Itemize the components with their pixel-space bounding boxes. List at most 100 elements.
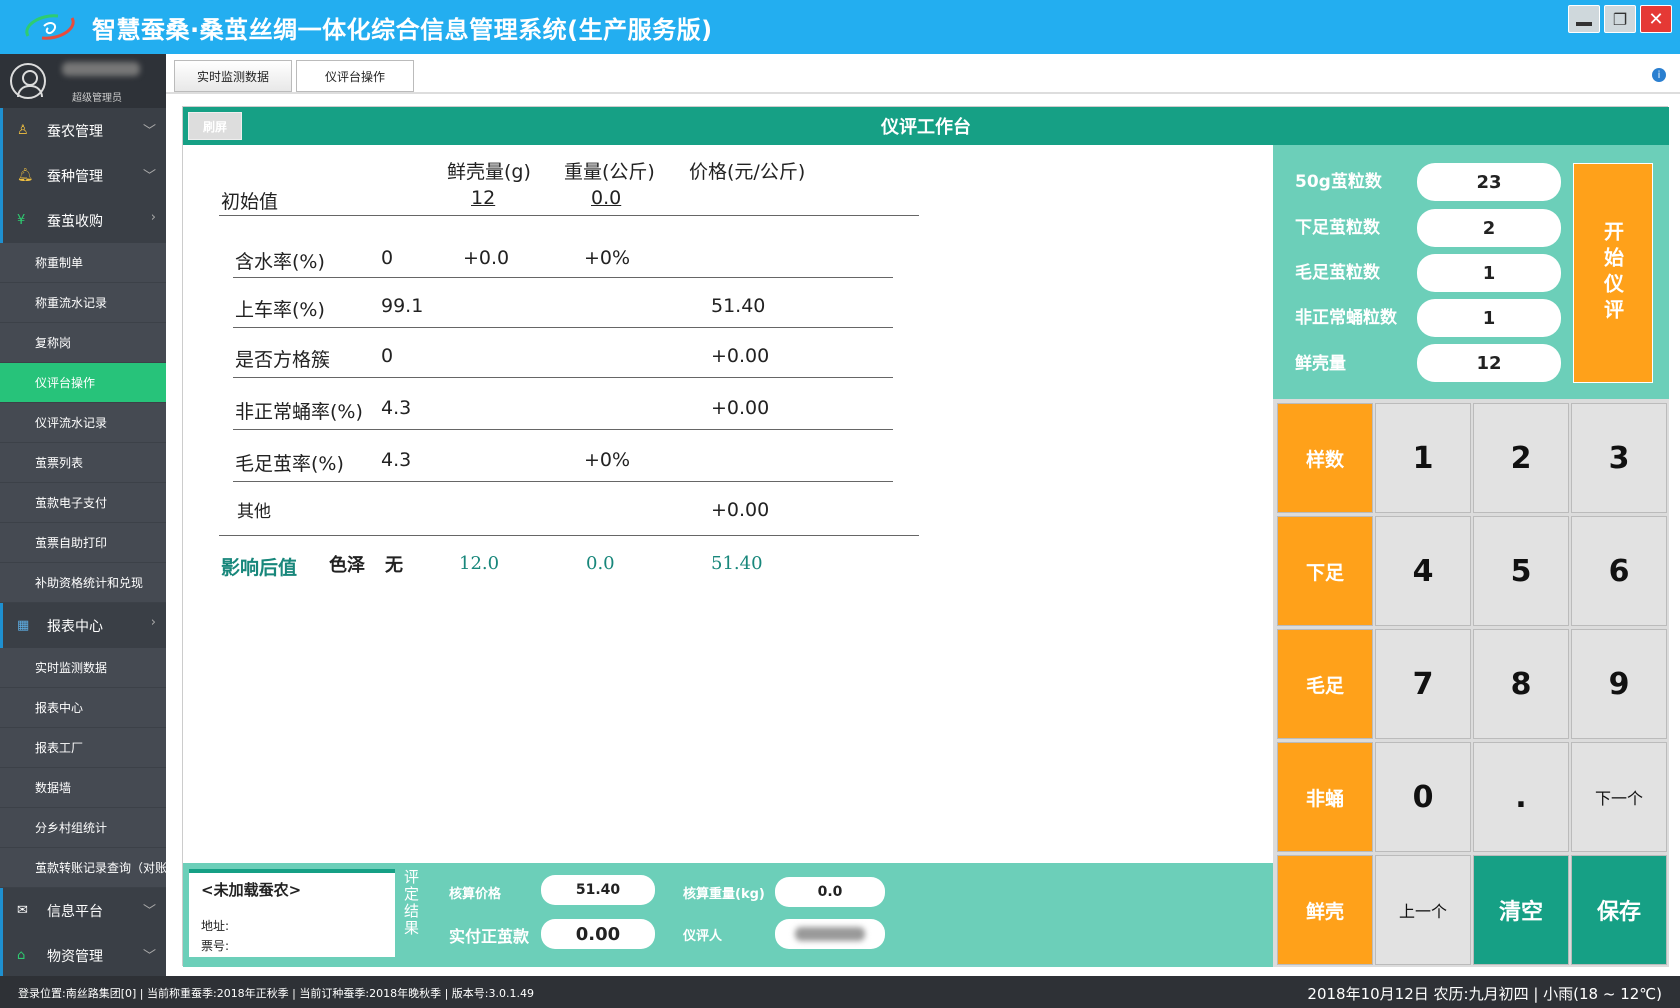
- minimize-icon: [1576, 22, 1592, 26]
- sidebar-section-silkworm-eggs[interactable]: 🔔︎ 蚕种管理 ﹀: [0, 153, 166, 198]
- sidebar-item-realtime-data[interactable]: 实时监测数据: [0, 648, 166, 688]
- yen-icon: ¥: [17, 213, 26, 228]
- row-price-adj: +0.00: [711, 499, 770, 521]
- evaluator-field[interactable]: [775, 919, 885, 949]
- sidebar-item-reweigh[interactable]: 复称岗: [0, 323, 166, 363]
- sidebar-section-label: 报表中心: [47, 618, 103, 635]
- sidebar-section-farmers[interactable]: ♙ 蚕农管理 ﹀: [0, 108, 166, 153]
- actual-payment-field: 0.00: [541, 919, 655, 949]
- count-50g-field[interactable]: 23: [1417, 163, 1561, 201]
- start-evaluation-button[interactable]: 开始仪评: [1573, 163, 1653, 383]
- result-vertical-label: 评定结果: [402, 869, 420, 937]
- key-9[interactable]: 9: [1571, 629, 1667, 739]
- sidebar-item-evaluation-records[interactable]: 仪评流水记录: [0, 403, 166, 443]
- key-lower-foot[interactable]: 下足: [1277, 516, 1373, 626]
- key-3[interactable]: 3: [1571, 403, 1667, 513]
- row-value: 4.3: [381, 397, 412, 419]
- row-price-adj: +0.00: [711, 345, 770, 367]
- key-fresh-shell[interactable]: 鲜壳: [1277, 855, 1373, 965]
- close-icon: ✕: [1648, 8, 1664, 30]
- refresh-button[interactable]: 刷屏: [188, 112, 242, 140]
- panel-title: 仪评工作台: [881, 117, 971, 138]
- calc-weight-field: 0.0: [775, 877, 885, 907]
- count-hairy-foot-field[interactable]: 1: [1417, 254, 1561, 292]
- sidebar: 超级管理员 ♙ 蚕农管理 ﹀ 🔔︎ 蚕种管理 ﹀ ¥ 蚕茧收购 › 称重制单 称重流水记录 …: [0, 54, 166, 976]
- key-sample-count[interactable]: 样数: [1277, 403, 1373, 513]
- address-label: 地址:: [201, 919, 230, 933]
- row-label: 毛足茧率(%): [235, 453, 344, 475]
- sidebar-item-report-factory[interactable]: 报表工厂: [0, 728, 166, 768]
- farmer-card[interactable]: <未加载蚕农> 地址: 票号:: [189, 869, 395, 957]
- clear-button[interactable]: 清空: [1473, 855, 1569, 965]
- after-label: 影响后值: [221, 557, 298, 579]
- sidebar-item-ticket-list[interactable]: 茧票列表: [0, 443, 166, 483]
- sidebar-item-transfer-records[interactable]: 茧款转账记录查询（对账: [0, 848, 166, 888]
- chevron-down-icon: ﹀: [142, 169, 156, 184]
- divider: [233, 377, 893, 378]
- row-value: 0: [381, 345, 394, 367]
- sidebar-section-materials[interactable]: ⌂ 物资管理 ﹀: [0, 933, 166, 976]
- calc-price-field: 51.40: [541, 875, 655, 905]
- info-icon[interactable]: i: [1652, 68, 1666, 82]
- ticket-label: 票号:: [201, 939, 230, 953]
- status-bar: 登录位置:南丝路集团[0] | 当前称重蚕季:2018年正秋季 | 当前订种蚕季…: [0, 976, 1680, 1008]
- count-lower-foot-field[interactable]: 2: [1417, 209, 1561, 247]
- chevron-down-icon: ﹀: [142, 904, 156, 919]
- key-8[interactable]: 8: [1473, 629, 1569, 739]
- sidebar-section-label: 蚕茧收购: [47, 213, 103, 230]
- sidebar-item-evaluation-console[interactable]: 仪评台操作: [0, 363, 166, 403]
- app-logo-icon: [25, 14, 75, 40]
- row-value: 0: [381, 247, 394, 269]
- sidebar-item-self-print[interactable]: 茧票自助打印: [0, 523, 166, 563]
- col-header-shell: 鲜壳量(g): [447, 161, 531, 183]
- key-6[interactable]: 6: [1571, 516, 1667, 626]
- sidebar-section-cocoon-purchase[interactable]: ¥ 蚕茧收购 ›: [0, 198, 166, 243]
- row-label: 是否方格簇: [235, 349, 331, 371]
- bell-icon: 🔔︎: [17, 168, 34, 183]
- mail-icon: ✉: [17, 903, 28, 918]
- key-abnormal-pupa[interactable]: 非蛹: [1277, 742, 1373, 852]
- calc-price-label: 核算价格: [449, 887, 502, 902]
- color-label: 色泽: [329, 555, 365, 576]
- after-shell: 12.0: [459, 553, 500, 574]
- key-hairy-foot[interactable]: 毛足: [1277, 629, 1373, 739]
- fresh-shell-field[interactable]: 12: [1417, 344, 1561, 382]
- divider: [219, 535, 919, 536]
- save-button[interactable]: 保存: [1571, 855, 1667, 965]
- key-next[interactable]: 下一个: [1571, 742, 1667, 852]
- key-4[interactable]: 4: [1375, 516, 1471, 626]
- row-value: 99.1: [381, 295, 424, 317]
- key-5[interactable]: 5: [1473, 516, 1569, 626]
- sidebar-section-info-platform[interactable]: ✉ 信息平台 ﹀: [0, 888, 166, 933]
- row-price-adj: +0.00: [711, 397, 770, 419]
- tab-evaluation-console[interactable]: 仪评台操作: [296, 60, 414, 92]
- row-label: 含水率(%): [235, 251, 325, 273]
- divider: [233, 481, 893, 482]
- close-button[interactable]: ✕: [1640, 5, 1672, 33]
- sidebar-item-weigh-order[interactable]: 称重制单: [0, 243, 166, 283]
- col-header-weight: 重量(公斤): [564, 161, 655, 183]
- chevron-right-icon: ›: [150, 210, 156, 225]
- count-label: 50g茧粒数: [1295, 172, 1382, 192]
- sidebar-item-data-wall[interactable]: 数据墙: [0, 768, 166, 808]
- user-role: 超级管理员: [72, 92, 122, 104]
- title-bar: 智慧蚕桑·桑茧丝绸一体化综合信息管理系统(生产服务版) ❐ ✕: [0, 0, 1680, 54]
- row-label: 上车率(%): [235, 299, 325, 321]
- key-decimal[interactable]: .: [1473, 742, 1569, 852]
- key-previous[interactable]: 上一个: [1375, 855, 1471, 965]
- count-abnormal-pupa-field[interactable]: 1: [1417, 299, 1561, 337]
- minimize-button[interactable]: [1568, 5, 1600, 33]
- tab-realtime-data[interactable]: 实时监测数据: [174, 60, 292, 92]
- sidebar-item-village-stats[interactable]: 分乡村组统计: [0, 808, 166, 848]
- key-2[interactable]: 2: [1473, 403, 1569, 513]
- sidebar-item-e-payment[interactable]: 茧款电子支付: [0, 483, 166, 523]
- key-1[interactable]: 1: [1375, 403, 1471, 513]
- restore-button[interactable]: ❐: [1604, 5, 1636, 33]
- key-7[interactable]: 7: [1375, 629, 1471, 739]
- sidebar-item-report-center[interactable]: 报表中心: [0, 688, 166, 728]
- sidebar-item-subsidy[interactable]: 补助资格统计和兑现: [0, 563, 166, 603]
- key-0[interactable]: 0: [1375, 742, 1471, 852]
- restore-icon: ❐: [1612, 9, 1628, 29]
- sidebar-item-weigh-records[interactable]: 称重流水记录: [0, 283, 166, 323]
- sidebar-section-reports[interactable]: ▦ 报表中心 ›: [0, 603, 166, 648]
